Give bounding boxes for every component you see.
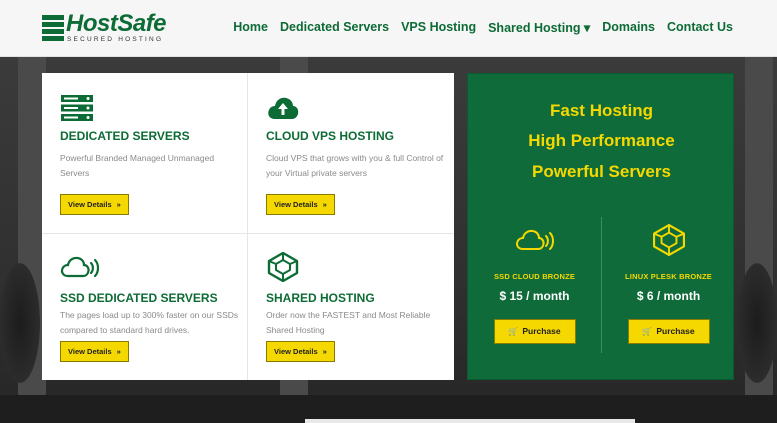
nav-contact-us[interactable]: Contact Us xyxy=(667,20,733,35)
button-label: View Details xyxy=(274,200,318,209)
site-header: HostSafe SECURED HOSTING Home Dedicated … xyxy=(0,0,777,57)
plan-price: $ 6 / month xyxy=(636,289,701,303)
service-card-ssd-dedicated: SSD DEDICATED SERVERS The pages load up … xyxy=(42,234,248,380)
button-label: Purchase xyxy=(656,326,695,336)
promo-line: Powerful Servers xyxy=(532,162,671,181)
logo-server-icon xyxy=(42,15,64,41)
cloud-upload-icon xyxy=(268,97,299,119)
promo-panel: Fast Hosting High Performance Powerful S… xyxy=(467,73,734,380)
plan-price: $ 15 / month xyxy=(499,289,570,303)
logo[interactable]: HostSafe SECURED HOSTING xyxy=(42,10,197,44)
service-description: Cloud VPS that grows with you & full Con… xyxy=(266,153,444,178)
cloud-signal-icon xyxy=(515,229,554,250)
view-details-button[interactable]: View Details » xyxy=(60,341,129,362)
plan-name: LINUX PLESK BRONZE xyxy=(625,272,712,281)
service-card-shared-hosting: SHARED HOSTING Order now the FASTEST and… xyxy=(248,234,454,380)
service-title: DEDICATED SERVERS xyxy=(60,129,190,143)
promo-line: Fast Hosting xyxy=(550,101,653,120)
chevron-right-icon: » xyxy=(116,347,121,356)
background-plant xyxy=(737,263,777,383)
view-details-button[interactable]: View Details » xyxy=(266,341,335,362)
view-details-button[interactable]: View Details » xyxy=(60,194,129,215)
service-title: SHARED HOSTING xyxy=(266,291,375,305)
button-label: Purchase xyxy=(522,326,561,336)
plan-card-ssd-cloud-bronze: SSD CLOUD BRONZE $ 15 / month 🛒 Purchase xyxy=(468,224,601,344)
button-label: View Details xyxy=(274,347,318,356)
background-plant xyxy=(0,263,40,383)
nav-vps-hosting[interactable]: VPS Hosting xyxy=(401,20,476,35)
chevron-right-icon: » xyxy=(322,347,327,356)
plan-card-linux-plesk-bronze: LINUX PLESK BRONZE $ 6 / month 🛒 Purchase xyxy=(602,224,735,344)
logo-tagline: SECURED HOSTING xyxy=(67,36,164,43)
service-description: Order now the FASTEST and Most Reliable … xyxy=(266,310,431,335)
promo-line: High Performance xyxy=(528,131,675,150)
cube-icon xyxy=(652,224,685,256)
view-details-button[interactable]: View Details » xyxy=(266,194,335,215)
nav-dedicated-servers[interactable]: Dedicated Servers xyxy=(280,20,389,35)
logo-name: HostSafe xyxy=(66,10,167,37)
chevron-right-icon: » xyxy=(116,200,121,209)
services-grid: DEDICATED SERVERS Powerful Branded Manag… xyxy=(42,73,454,380)
nav-home[interactable]: Home xyxy=(233,20,268,35)
nav-shared-hosting[interactable]: Shared Hosting ▾ xyxy=(488,20,590,35)
cart-icon: 🛒 xyxy=(642,327,653,336)
cart-icon: 🛒 xyxy=(508,327,519,336)
search-bar-strip xyxy=(305,419,635,423)
button-label: View Details xyxy=(68,347,112,356)
service-title: CLOUD VPS HOSTING xyxy=(266,129,395,143)
service-description: Powerful Branded Managed Unmanaged Serve… xyxy=(60,153,215,178)
service-title: SSD DEDICATED SERVERS xyxy=(60,291,218,305)
button-label: View Details xyxy=(68,200,112,209)
nav-domains[interactable]: Domains xyxy=(602,20,655,35)
server-icon xyxy=(61,95,93,121)
cloud-signal-icon xyxy=(60,256,100,278)
main-nav: Home Dedicated Servers VPS Hosting Share… xyxy=(233,20,733,35)
service-card-cloud-vps: CLOUD VPS HOSTING Cloud VPS that grows w… xyxy=(248,73,454,234)
cube-icon xyxy=(267,252,299,282)
service-card-dedicated: DEDICATED SERVERS Powerful Branded Manag… xyxy=(42,73,248,234)
service-description: The pages load up to 300% faster on our … xyxy=(60,310,239,335)
purchase-button[interactable]: 🛒 Purchase xyxy=(493,319,576,344)
chevron-right-icon: » xyxy=(322,200,327,209)
purchase-button[interactable]: 🛒 Purchase xyxy=(627,319,710,344)
plan-name: SSD CLOUD BRONZE xyxy=(493,272,576,281)
